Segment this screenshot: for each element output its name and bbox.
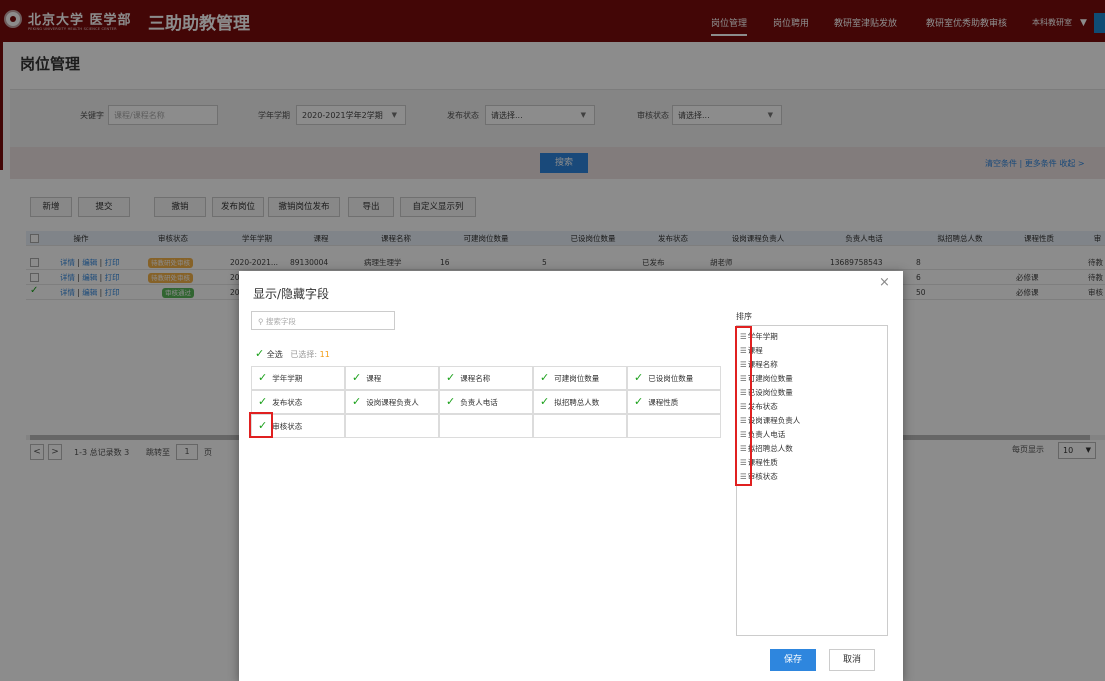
- highlight-box: [735, 326, 752, 486]
- sort-item-label: 可建岗位数量: [747, 374, 793, 383]
- empty-cell: [439, 414, 533, 438]
- field-option[interactable]: ✓ 课程名称: [439, 366, 533, 390]
- highlight-box: [249, 412, 273, 438]
- field-label: 课程性质: [648, 398, 679, 407]
- field-option[interactable]: ✓ 设岗课程负责人: [345, 390, 439, 414]
- field-search-placeholder: 搜索字段: [265, 317, 296, 326]
- field-option[interactable]: ✓ 已设岗位数量: [627, 366, 721, 390]
- sort-item-label: 拟招聘总人数: [747, 444, 793, 453]
- sort-item-label: 课程性质: [747, 458, 778, 467]
- cancel-button[interactable]: 取消: [829, 649, 875, 671]
- field-label: 课程: [366, 374, 382, 383]
- check-icon: ✓: [446, 371, 456, 384]
- select-all-option[interactable]: ✓ 全选 已选择: 11: [255, 347, 330, 360]
- field-label: 可建岗位数量: [554, 374, 600, 383]
- sort-label: 排序: [736, 312, 752, 321]
- field-label: 设岗课程负责人: [366, 398, 419, 407]
- check-icon: ✓: [634, 371, 644, 384]
- field-label: 已设岗位数量: [648, 374, 694, 383]
- check-icon: ✓: [352, 395, 362, 408]
- empty-cell: [533, 414, 627, 438]
- field-label: 课程名称: [460, 374, 491, 383]
- sort-item-label: 学年学期: [747, 332, 778, 341]
- field-label: 审核状态: [272, 422, 303, 431]
- sort-item-label: 已设岗位数量: [747, 388, 793, 397]
- sort-item-label: 设岗课程负责人: [747, 416, 801, 425]
- selected-count: 11: [319, 350, 330, 359]
- check-icon: ✓: [446, 395, 456, 408]
- sort-list: ☰学年学期 ☰课程 ☰课程名称 ☰可建岗位数量 ☰已设岗位数量 ☰发布状态 ☰设…: [736, 325, 888, 636]
- field-option[interactable]: ✓ 课程: [345, 366, 439, 390]
- check-icon: ✓: [540, 371, 550, 384]
- field-option[interactable]: ✓ 负责人电话: [439, 390, 533, 414]
- field-option[interactable]: ✓ 课程性质: [627, 390, 721, 414]
- check-icon: ✓: [540, 395, 550, 408]
- field-grid: ✓ 学年学期 ✓ 课程 ✓ 课程名称 ✓ 可建岗位数量 ✓ 已设岗位数量 ✓ 发布状态 ✓ 设…: [251, 366, 722, 438]
- select-all-label: 全选: [266, 350, 283, 359]
- search-icon: ⚲: [258, 317, 266, 326]
- field-label: 拟招聘总人数: [554, 398, 600, 407]
- column-settings-dialog: 显示/隐藏字段 × ⚲ 搜索字段 ✓ 全选 已选择: 11 ✓ 学年学期 ✓ 课程 …: [239, 271, 903, 681]
- field-label: 学年学期: [272, 374, 303, 383]
- sort-item-label: 负责人电话: [747, 430, 786, 439]
- check-icon: ✓: [255, 347, 265, 360]
- field-label: 发布状态: [272, 398, 303, 407]
- close-icon[interactable]: ×: [879, 275, 890, 290]
- field-option[interactable]: ✓ 发布状态: [251, 390, 345, 414]
- check-icon: ✓: [258, 371, 268, 384]
- empty-cell: [345, 414, 439, 438]
- field-search-input[interactable]: ⚲ 搜索字段: [251, 311, 395, 330]
- sort-item-label: 发布状态: [747, 402, 778, 411]
- save-button[interactable]: 保存: [770, 649, 816, 671]
- field-option[interactable]: ✓ 学年学期: [251, 366, 345, 390]
- check-icon: ✓: [258, 395, 268, 408]
- field-label: 负责人电话: [460, 398, 498, 407]
- sort-item-label: 课程名称: [747, 360, 778, 369]
- field-option[interactable]: ✓ 可建岗位数量: [533, 366, 627, 390]
- selected-label: 已选择:: [290, 350, 318, 359]
- empty-cell: [627, 414, 721, 438]
- check-icon: ✓: [352, 371, 362, 384]
- check-icon: ✓: [634, 395, 644, 408]
- field-option[interactable]: ✓ 拟招聘总人数: [533, 390, 627, 414]
- dialog-title: 显示/隐藏字段: [253, 287, 330, 301]
- sort-item-label: 审核状态: [747, 472, 778, 481]
